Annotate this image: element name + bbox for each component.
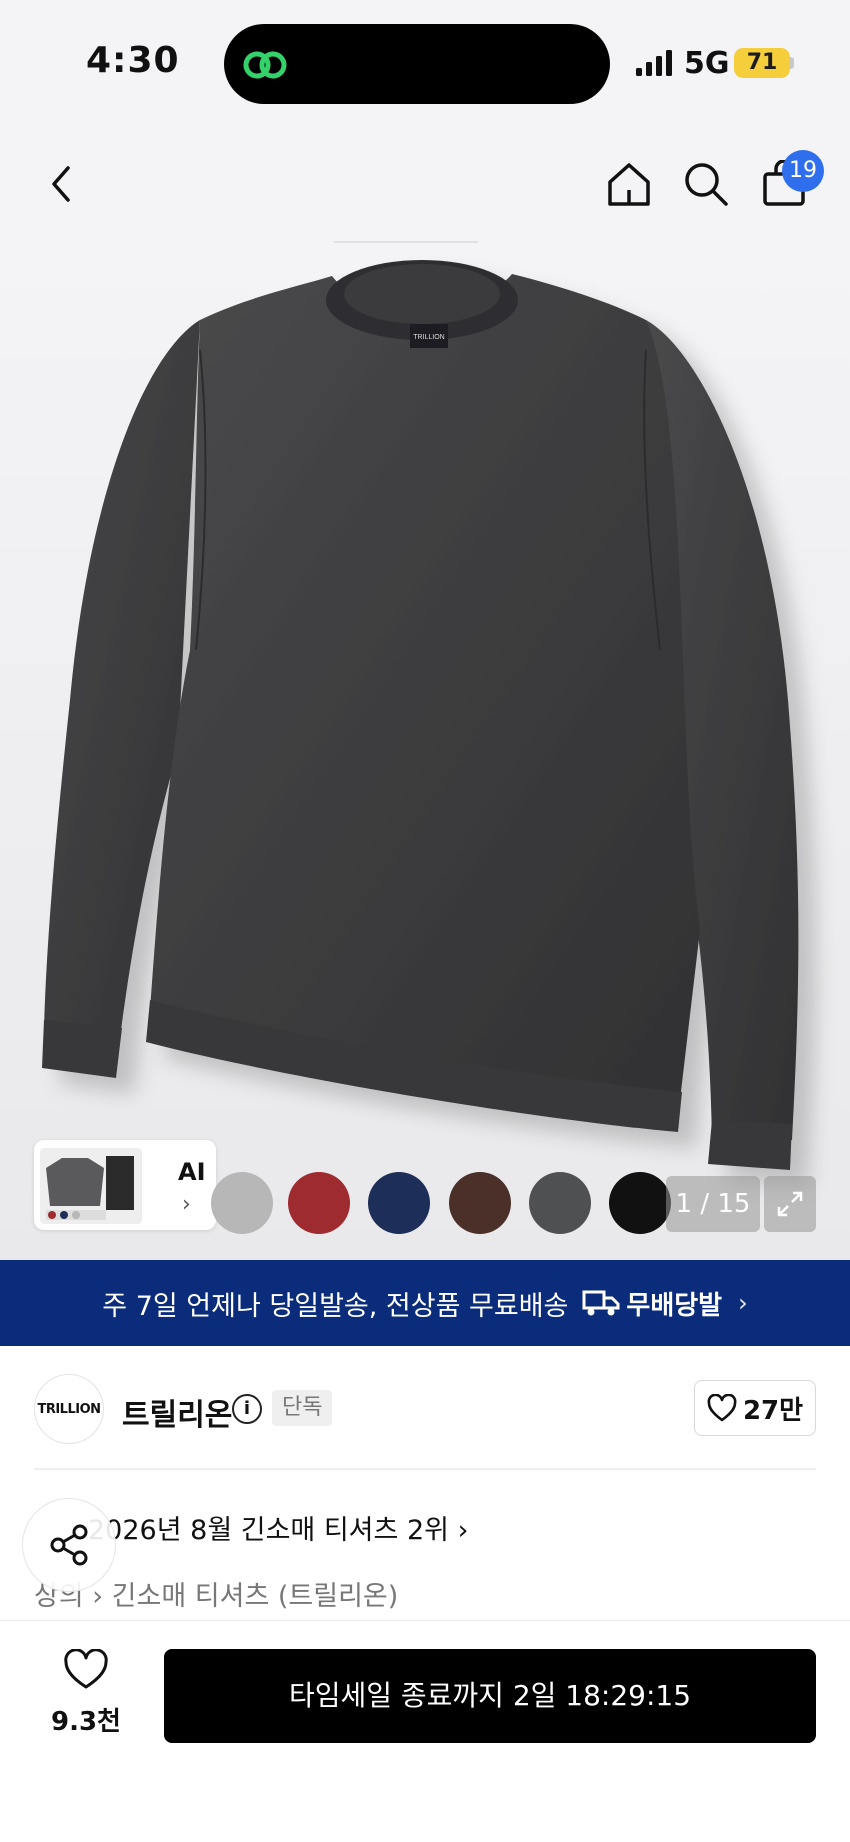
- banner-text: 주 7일 언제나 당일발송, 전상품 무료배송: [102, 1290, 569, 1322]
- info-icon[interactable]: i: [232, 1394, 262, 1424]
- product-image[interactable]: TRILLION: [0, 230, 850, 1260]
- color-swatch[interactable]: [288, 1172, 350, 1234]
- status-time: 4:30: [86, 40, 180, 81]
- brand-name[interactable]: 트릴리온: [122, 1390, 232, 1434]
- dynamic-island: [224, 24, 610, 104]
- battery-level: 71: [734, 48, 790, 78]
- cart-count-badge: 19: [782, 150, 824, 192]
- home-icon: [608, 163, 650, 206]
- banner-brand: 무배당발: [582, 1285, 722, 1322]
- brand-logo[interactable]: TRILLION: [34, 1374, 104, 1444]
- buy-button[interactable]: 타임세일 종료까지 2일 18:29:15: [164, 1649, 816, 1743]
- expand-icon: [777, 1191, 803, 1217]
- image-pager: 1 / 15: [666, 1176, 760, 1232]
- color-swatch[interactable]: [368, 1172, 430, 1234]
- chevron-right-icon: ›: [182, 1192, 191, 1217]
- heart-icon: [707, 1394, 737, 1422]
- sweatshirt-illustration: TRILLION: [0, 230, 850, 1260]
- divider: [34, 1468, 816, 1470]
- ranking-link[interactable]: 2026년 8월 긴소매 티셔츠 2위 ›: [88, 1508, 468, 1547]
- share-button[interactable]: [22, 1498, 116, 1592]
- free-shipping-banner[interactable]: 주 7일 언제나 당일발송, 전상품 무료배송 무배당발 ›: [0, 1260, 850, 1346]
- svg-text:TRILLION: TRILLION: [413, 334, 445, 341]
- home-button[interactable]: [599, 154, 659, 214]
- related-products-thumbnail: [40, 1148, 142, 1224]
- delivery-truck-icon: [582, 1290, 620, 1316]
- search-button[interactable]: [676, 154, 736, 214]
- chevron-right-icon: ›: [738, 1289, 748, 1317]
- network-label: 5G: [684, 46, 730, 81]
- battery-tip: [790, 57, 794, 69]
- color-swatch[interactable]: [211, 1172, 273, 1234]
- top-nav: [0, 140, 850, 230]
- brand-like-button[interactable]: 27만: [694, 1380, 816, 1436]
- status-bar: 4:30 5G 71: [0, 0, 850, 120]
- color-swatch[interactable]: [529, 1172, 591, 1234]
- heart-icon: [64, 1648, 108, 1689]
- back-button[interactable]: [32, 154, 92, 214]
- share-icon: [50, 1524, 88, 1566]
- wishlist-count: 9.3천: [51, 1707, 121, 1737]
- search-icon: [685, 163, 728, 206]
- chevron-right-icon: ›: [457, 1515, 469, 1546]
- color-swatch[interactable]: [449, 1172, 511, 1234]
- product-detail-page: 4:30 5G 71 19 TRILLION AI › 1 / 15 주 7일 …: [0, 0, 850, 1842]
- signal-icon: [636, 50, 672, 76]
- ai-label: AI: [178, 1158, 206, 1186]
- chevron-left-icon: [52, 166, 70, 202]
- color-swatch[interactable]: [609, 1172, 671, 1234]
- product-info: TRILLION 트릴리온 i 단독 27만 2026년 8월 긴소매 티셔츠 …: [0, 1346, 850, 1620]
- brand-like-count: 27만: [742, 1395, 804, 1426]
- exclusive-badge: 단독: [272, 1390, 333, 1426]
- expand-button[interactable]: [764, 1176, 816, 1232]
- ai-recommend-card[interactable]: AI ›: [34, 1140, 216, 1230]
- ranking-text: 2026년 8월 긴소매 티셔츠 2위: [88, 1515, 449, 1546]
- wishlist-button[interactable]: 9.3천: [46, 1648, 126, 1738]
- breadcrumb-child[interactable]: 긴소매 티셔츠 (트릴리온): [112, 1581, 399, 1612]
- banner-brand-label: 무배당발: [626, 1290, 723, 1321]
- chevron-right-icon: ›: [92, 1581, 112, 1612]
- bottom-action-bar: 9.3천 타임세일 종료까지 2일 18:29:15: [0, 1620, 850, 1842]
- link-app-icon: [243, 51, 287, 79]
